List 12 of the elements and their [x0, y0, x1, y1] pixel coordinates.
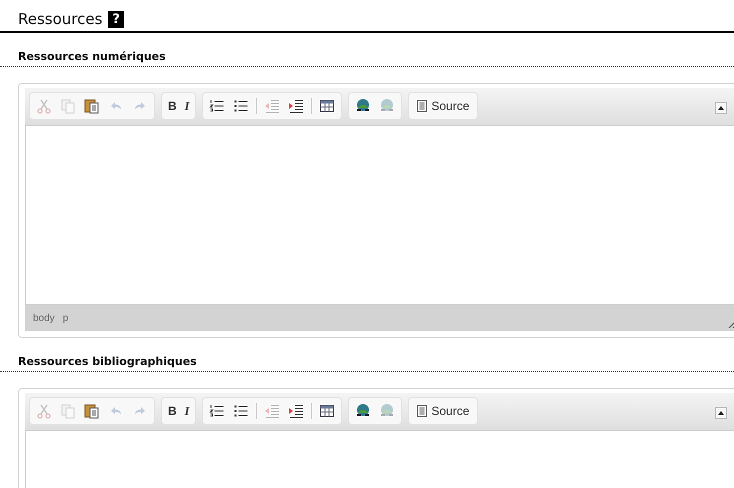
- bold-button[interactable]: B: [165, 400, 180, 422]
- source-button[interactable]: Source: [412, 95, 474, 117]
- page-title: Ressources: [18, 10, 102, 28]
- section-heading: Ressources numériques: [0, 50, 734, 67]
- source-button[interactable]: Source: [412, 400, 474, 422]
- bold-button[interactable]: B: [165, 95, 180, 117]
- element-path-item[interactable]: p: [62, 312, 68, 324]
- italic-button[interactable]: I: [182, 400, 192, 422]
- element-path-item[interactable]: body: [33, 312, 55, 324]
- section-heading: Ressources bibliographiques: [0, 355, 734, 372]
- help-badge[interactable]: ?: [108, 10, 124, 28]
- italic-button[interactable]: I: [182, 95, 192, 117]
